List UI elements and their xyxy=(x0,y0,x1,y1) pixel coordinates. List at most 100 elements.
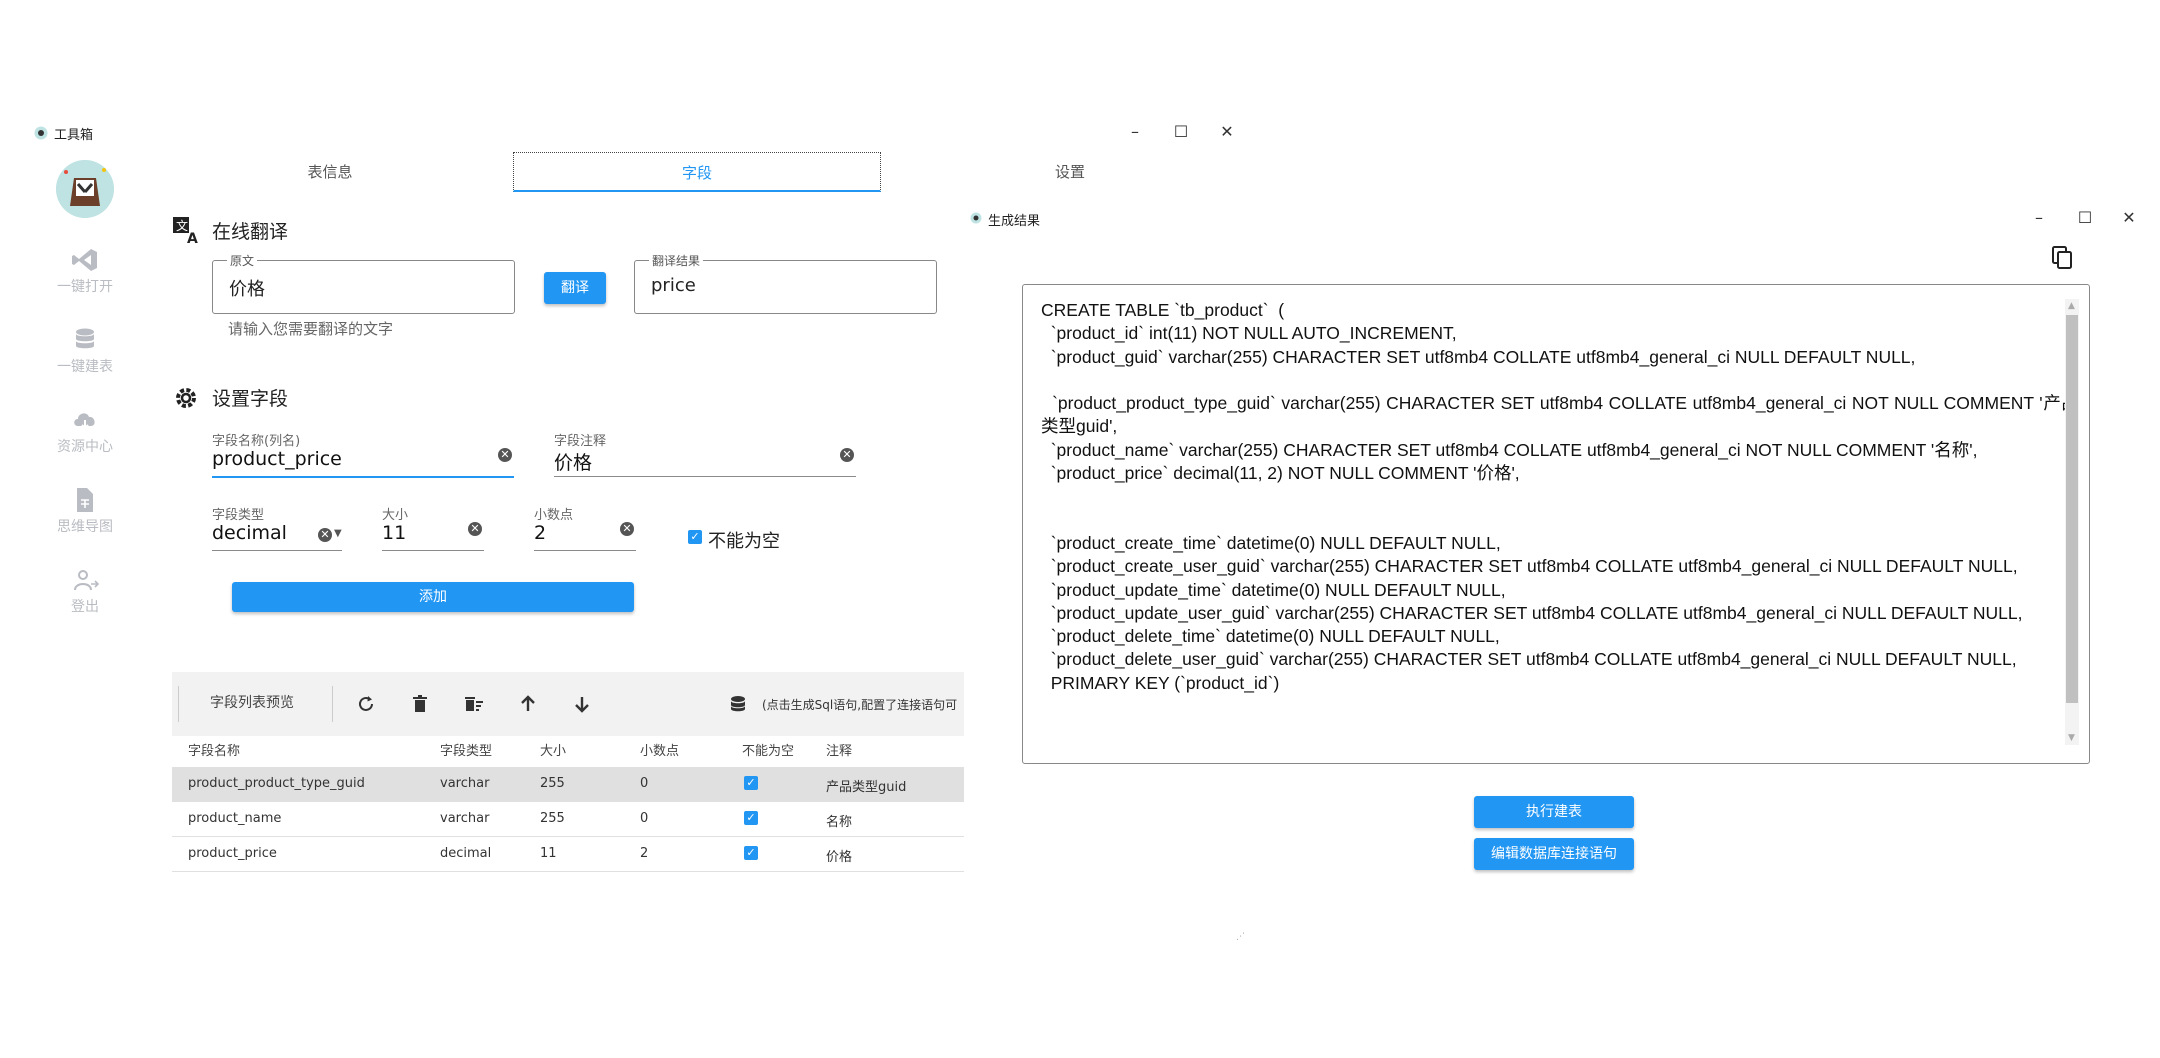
field-type-label: 字段类型 xyxy=(212,508,265,523)
add-field-button[interactable]: 添加 xyxy=(232,582,634,612)
sidebar-item-label: 资源中心 xyxy=(57,439,113,455)
field-comment-input[interactable]: 字段注释 价格 ✕ xyxy=(554,432,856,477)
avatar[interactable] xyxy=(56,160,114,218)
delete-icon[interactable] xyxy=(410,694,430,714)
sidebar-item-open[interactable]: 一键打开 xyxy=(40,246,130,296)
resize-grip-icon[interactable]: ⋰ xyxy=(1236,932,1245,942)
cell-comment: 价格 xyxy=(826,850,853,865)
cell-type: varchar xyxy=(440,776,490,791)
sidebar-item-label: 思维导图 xyxy=(57,519,113,535)
clear-field-decimal-icon[interactable]: ✕ xyxy=(620,522,634,536)
source-text-field[interactable]: 原文 价格 xyxy=(212,252,515,314)
field-size-input[interactable]: 大小 11 ✕ xyxy=(382,506,484,551)
clear-field-size-icon[interactable]: ✕ xyxy=(468,522,482,536)
result-window-icon xyxy=(970,212,982,224)
minimize-button[interactable]: – xyxy=(1124,124,1146,140)
cell-not-null-checkbox[interactable]: ✓ xyxy=(744,811,758,825)
column-header-size: 大小 xyxy=(540,744,567,759)
clear-field-comment-icon[interactable]: ✕ xyxy=(840,448,854,462)
not-null-checkbox[interactable]: ✓ xyxy=(688,530,702,544)
tab-fields[interactable]: 字段 xyxy=(513,152,881,192)
field-comment-value: 价格 xyxy=(554,452,593,474)
arrow-down-icon[interactable] xyxy=(572,694,592,714)
field-decimal-input[interactable]: 小数点 2 ✕ xyxy=(534,506,636,551)
cell-name: product_product_type_guid xyxy=(188,776,365,791)
cell-decimal: 0 xyxy=(640,811,649,826)
close-button[interactable]: ✕ xyxy=(1216,124,1238,140)
column-header-comment: 注释 xyxy=(826,744,853,759)
cell-size: 255 xyxy=(540,811,565,826)
maximize-button[interactable]: ☐ xyxy=(1170,124,1192,140)
translate-button[interactable]: 翻译 xyxy=(544,272,606,304)
result-close-button[interactable]: ✕ xyxy=(2118,210,2140,226)
cell-type: decimal xyxy=(440,846,492,861)
field-name-input[interactable]: 字段名称(列名) product_price ✕ xyxy=(212,432,514,478)
edit-connection-button[interactable]: 编辑数据库连接语句 xyxy=(1474,838,1634,870)
sidebar-item-label: 登出 xyxy=(71,599,99,615)
scroll-down-arrow-icon[interactable]: ▼ xyxy=(2068,733,2075,743)
cell-size: 255 xyxy=(540,776,565,791)
table-row[interactable]: product_product_type_guid varchar 255 0 … xyxy=(172,767,964,802)
field-name-value: product_price xyxy=(212,448,342,470)
translate-section-title: 在线翻译 xyxy=(212,221,289,243)
field-decimal-value: 2 xyxy=(534,522,547,544)
column-header-decimal: 小数点 xyxy=(640,744,680,759)
translate-icon: 文A xyxy=(172,216,202,244)
column-header-type: 字段类型 xyxy=(440,744,493,759)
cell-comment: 名称 xyxy=(826,815,853,830)
source-text-label: 原文 xyxy=(227,252,258,269)
database-icon xyxy=(71,326,99,354)
arrow-up-icon[interactable] xyxy=(518,694,538,714)
clear-field-name-icon[interactable]: ✕ xyxy=(498,448,512,462)
source-text-value: 价格 xyxy=(229,279,265,300)
sql-output-textarea[interactable]: CREATE TABLE `tb_product` ( `product_id`… xyxy=(1022,284,2090,764)
cell-name: product_price xyxy=(188,846,277,861)
result-minimize-button[interactable]: – xyxy=(2028,210,2050,226)
sidebar-item-resources[interactable]: 资源中心 xyxy=(40,406,130,456)
cell-type: varchar xyxy=(440,811,490,826)
cell-size: 11 xyxy=(540,846,557,861)
sql-scrollbar[interactable]: ▲ ▼ xyxy=(2065,299,2079,745)
cell-not-null-checkbox[interactable]: ✓ xyxy=(744,846,758,860)
translate-helper-text: 请输入您需要翻译的文字 xyxy=(228,320,394,338)
field-size-value: 11 xyxy=(382,522,407,544)
column-header-name: 字段名称 xyxy=(188,744,241,759)
delete-sweep-icon[interactable] xyxy=(464,694,484,714)
sidebar-item-create-table[interactable]: 一键建表 xyxy=(40,326,130,376)
sql-output-text: CREATE TABLE `tb_product` ( `product_id`… xyxy=(1041,300,2079,693)
tab-table-info[interactable]: 表信息 xyxy=(180,152,480,192)
field-list-title: 字段列表预览 xyxy=(210,695,294,711)
field-size-label: 大小 xyxy=(382,508,409,523)
sidebar-item-logout[interactable]: 登出 xyxy=(40,566,130,616)
user-logout-icon xyxy=(71,566,99,594)
field-setup-section-title: 设置字段 xyxy=(212,388,289,410)
clear-field-type-icon[interactable]: ✕ xyxy=(318,528,332,542)
field-decimal-label: 小数点 xyxy=(534,508,574,523)
generate-sql-icon[interactable] xyxy=(728,694,748,714)
field-type-select[interactable]: 字段类型 decimal ✕ ▼ xyxy=(212,506,342,551)
copy-icon[interactable] xyxy=(2052,246,2074,270)
chevron-down-icon[interactable]: ▼ xyxy=(334,528,342,539)
cloud-download-icon xyxy=(71,406,99,434)
table-row[interactable]: product_name varchar 255 0 ✓ 名称 xyxy=(172,802,964,837)
sidebar-item-label: 一键建表 xyxy=(57,359,113,375)
cell-not-null-checkbox[interactable]: ✓ xyxy=(744,776,758,790)
scroll-up-arrow-icon[interactable]: ▲ xyxy=(2068,301,2075,311)
sidebar-item-mindmap[interactable]: 思维导图 xyxy=(40,486,130,536)
result-maximize-button[interactable]: ☐ xyxy=(2074,210,2096,226)
svg-text:A: A xyxy=(187,231,198,244)
execute-create-table-button[interactable]: 执行建表 xyxy=(1474,796,1634,828)
field-list-toolbar: 字段列表预览 (点击生成Sql语句,配置了连接语句可 xyxy=(172,672,964,736)
table-row[interactable]: product_price decimal 11 2 ✓ 价格 xyxy=(172,837,964,872)
field-name-label: 字段名称(列名) xyxy=(212,434,301,449)
translation-result-label: 翻译结果 xyxy=(649,252,704,269)
not-null-label: 不能为空 xyxy=(708,531,780,552)
field-comment-label: 字段注释 xyxy=(554,434,607,449)
tab-settings[interactable]: 设置 xyxy=(920,152,1220,192)
refresh-icon[interactable] xyxy=(356,694,376,714)
translation-result-field[interactable]: 翻译结果 price xyxy=(634,252,937,314)
column-header-not-null: 不能为空 xyxy=(742,744,795,759)
app-icon xyxy=(34,126,48,140)
gear-icon xyxy=(172,384,200,412)
sql-scrollbar-thumb[interactable] xyxy=(2066,315,2078,703)
